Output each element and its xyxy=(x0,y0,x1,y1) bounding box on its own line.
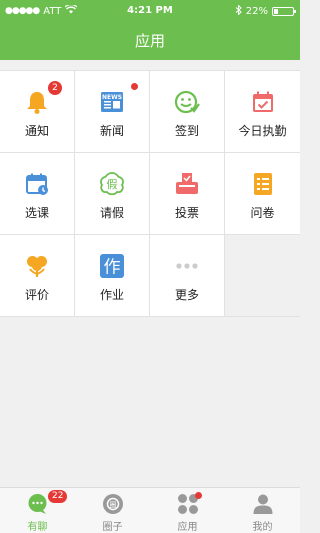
tab-label: 我的 xyxy=(252,522,273,533)
app-label: 今日执勤 xyxy=(238,124,287,138)
app-grid: 通知 2 NEWS 新闻 签到 今日执勤 选课假请假 投票 问卷 评价作作业 更多 xyxy=(0,70,300,317)
app-label: 选课 xyxy=(24,206,49,220)
app-tile[interactable]: 更多 xyxy=(150,235,225,316)
battery-percent: 22% xyxy=(245,6,268,17)
app-label: 通知 xyxy=(24,124,49,138)
chat-icon xyxy=(27,493,49,515)
svg-text:作: 作 xyxy=(104,258,121,278)
tab-user[interactable]: 我的 xyxy=(225,488,300,533)
app-label: 作业 xyxy=(99,288,124,302)
new-dot-badge xyxy=(195,492,202,499)
tab-label: 有聊 xyxy=(27,522,48,533)
app-tile[interactable]: NEWS 新闻 xyxy=(75,71,150,152)
app-grid-row: 评价作作业 更多 xyxy=(0,235,300,317)
status-bar: ●●●●● ATT 4:21 PM 22% xyxy=(0,0,300,22)
tab-label: 应用 xyxy=(177,522,198,533)
news-icon: NEWS xyxy=(98,88,126,116)
app-grid-row: 通知 2 NEWS 新闻 签到 今日执勤 xyxy=(0,71,300,153)
app-tile[interactable]: 评价 xyxy=(0,235,75,316)
ballot-box-icon xyxy=(173,170,201,198)
app-tile[interactable]: 签到 xyxy=(150,71,225,152)
app-tile[interactable]: 投票 xyxy=(150,153,225,234)
tab-chat[interactable]: 有聊 22 xyxy=(0,488,75,533)
calendar-course-icon xyxy=(23,170,51,198)
app-label: 评价 xyxy=(24,288,49,302)
app-label: 请假 xyxy=(99,206,124,220)
app-tile[interactable]: 今日执勤 xyxy=(225,71,300,152)
app-tile[interactable]: 通知 2 xyxy=(0,71,75,152)
tab-label: 圈子 xyxy=(102,522,123,533)
battery-icon xyxy=(272,7,296,16)
calendar-duty-icon xyxy=(249,88,277,116)
app-label: 问卷 xyxy=(250,206,275,220)
battery-fill xyxy=(274,9,278,14)
bell-icon xyxy=(23,88,51,116)
status-right: 22% xyxy=(235,4,296,18)
tab-circle[interactable]: 圈圈子 xyxy=(75,488,150,533)
homework-icon: 作 xyxy=(98,252,126,280)
svg-text:NEWS: NEWS xyxy=(102,94,122,101)
circle-icon: 圈 xyxy=(102,493,124,515)
app-label: 更多 xyxy=(174,288,199,302)
check-in-icon xyxy=(173,88,201,116)
questionnaire-icon xyxy=(249,170,277,198)
flower-icon xyxy=(23,252,51,280)
app-tile[interactable]: 选课 xyxy=(0,153,75,234)
app-tile[interactable]: 假请假 xyxy=(75,153,150,234)
new-dot-badge xyxy=(131,83,138,90)
svg-text:假: 假 xyxy=(107,177,118,191)
app-tile[interactable]: 作作业 xyxy=(75,235,150,316)
app-tile[interactable]: 问卷 xyxy=(225,153,300,234)
page-title: 应用 xyxy=(0,22,300,60)
unread-badge: 2 xyxy=(48,81,62,95)
app-grid-row: 选课假请假 投票 问卷 xyxy=(0,153,300,235)
user-icon xyxy=(252,493,274,515)
app-label: 新闻 xyxy=(99,124,124,138)
empty-tile xyxy=(225,235,300,316)
tab-bar: 有聊 22 圈圈子 应用 我的 xyxy=(0,487,300,533)
app-label: 签到 xyxy=(174,124,199,138)
more-icon xyxy=(173,252,201,280)
tab-apps[interactable]: 应用 xyxy=(150,488,225,533)
app-label: 投票 xyxy=(174,206,199,220)
bluetooth-icon xyxy=(235,4,242,18)
leave-icon: 假 xyxy=(98,170,126,198)
unread-badge: 22 xyxy=(48,490,68,503)
svg-text:圈: 圈 xyxy=(109,501,116,509)
